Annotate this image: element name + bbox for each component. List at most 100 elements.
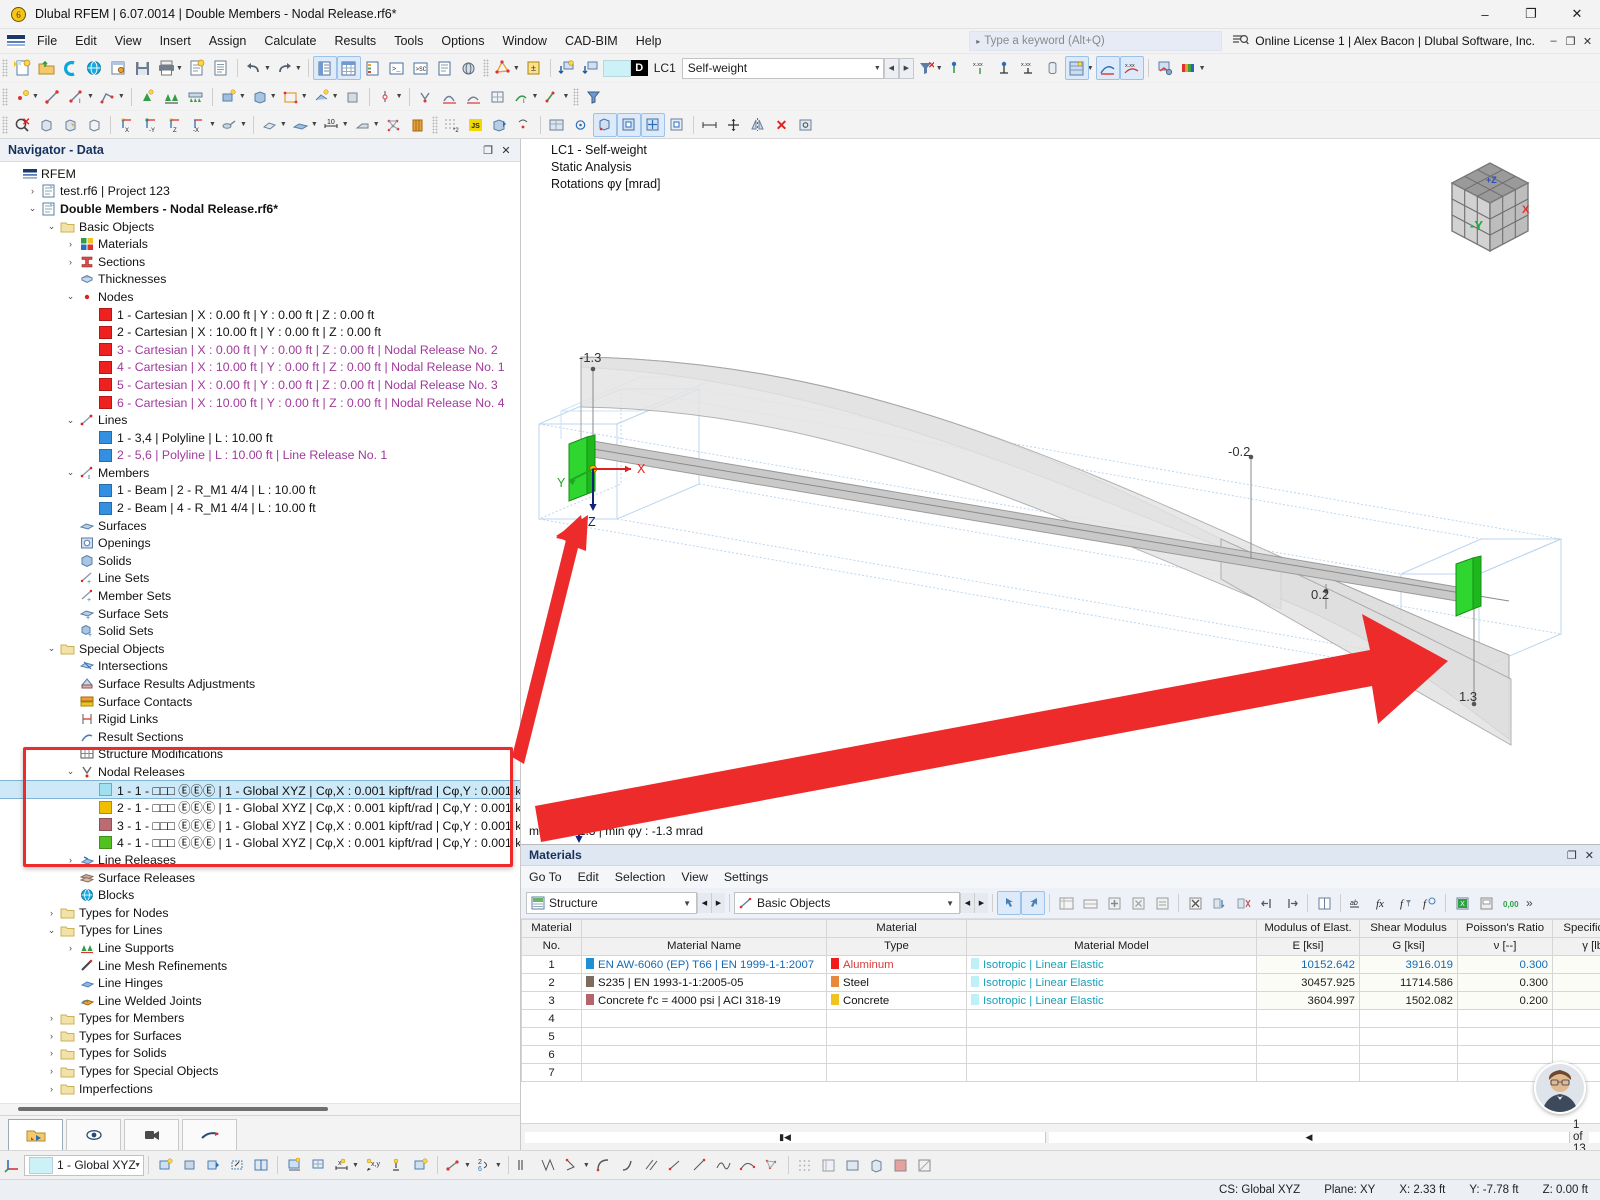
mesh-points-icon[interactable] (760, 1153, 784, 1177)
cell-modulus-e[interactable] (1256, 1009, 1360, 1028)
menu-calculate[interactable]: Calculate (255, 31, 325, 51)
chevron-right-icon[interactable]: › (63, 257, 78, 267)
cell-material-type[interactable] (826, 1045, 967, 1064)
new-model-icon[interactable] (10, 56, 34, 80)
cell-material-name[interactable] (581, 1063, 827, 1082)
console-icon[interactable]: >_ (385, 56, 409, 80)
select-in-graphic-icon[interactable] (997, 891, 1021, 915)
hatch-display-icon[interactable] (913, 1153, 937, 1177)
tree-row[interactable]: · 1 - 1 - □□□ ⒺⒺⒺ | 1 - Global XYZ | Cφ,X… (0, 779, 520, 800)
pager-next-button[interactable]: ▶ (1588, 1131, 1600, 1143)
cell-modulus-e[interactable]: 10152.642 (1256, 955, 1360, 974)
zoom-all-icon[interactable] (665, 113, 689, 137)
cell-modulus-e[interactable] (1256, 1045, 1360, 1064)
materials-column-header-top[interactable] (581, 919, 827, 938)
coordinate-system-combo[interactable]: 1 - Global XYZ ▼ (24, 1154, 144, 1176)
new-load-icon[interactable] (310, 85, 334, 109)
grid-settings-icon[interactable] (306, 1153, 330, 1177)
imperfection-icon[interactable] (438, 85, 462, 109)
save-icon[interactable] (130, 56, 154, 80)
cell-specific-weight[interactable] (1552, 1063, 1600, 1082)
cell-material-name[interactable] (581, 1009, 827, 1028)
navigator-float-button[interactable]: ❐ (480, 144, 496, 157)
chevron-right-icon[interactable]: › (25, 186, 40, 196)
move-right-icon[interactable] (1279, 891, 1303, 915)
cell-shear-modulus[interactable]: 1502.082 (1359, 991, 1458, 1010)
tree-row[interactable]: · Thicknesses (0, 271, 520, 289)
cell-poisson-ratio[interactable]: 0.300 (1457, 955, 1553, 974)
load-case-next-button[interactable]: ▶ (898, 57, 914, 79)
cell-specific-weight[interactable]: 171.879 (1552, 955, 1600, 974)
mirror-icon[interactable] (746, 113, 770, 137)
tree-row[interactable]: · Openings (0, 534, 520, 552)
grid-snap-icon[interactable]: {}*2 (440, 113, 464, 137)
navigator-tab-data[interactable] (8, 1119, 63, 1150)
keyword-search-input[interactable]: ▸ Type a keyword (Alt+Q) (969, 31, 1223, 51)
info-icon[interactable] (512, 113, 536, 137)
delete-icon[interactable]: ✕ (770, 113, 794, 137)
chevron-down-icon[interactable]: ⌄ (63, 291, 78, 302)
wireframe-view-icon[interactable] (82, 113, 106, 137)
new-surface-icon[interactable] (217, 85, 241, 109)
cs-properties-icon[interactable] (201, 1153, 225, 1177)
tree-row[interactable]: · 4 - Cartesian | X : 10.00 ft | Y : 0.00… (0, 359, 520, 377)
tree-row[interactable]: · + Line Sets (0, 570, 520, 588)
snap-object-icon[interactable] (385, 1153, 409, 1177)
member-result-icon[interactable]: I (510, 85, 534, 109)
tree-row[interactable]: · 3 - Cartesian | X : 0.00 ft | Y : 0.00 … (0, 341, 520, 359)
excel-export-icon[interactable]: X (1450, 891, 1474, 915)
maximize-button[interactable]: ❐ (1508, 0, 1554, 28)
menu-results[interactable]: Results (326, 31, 386, 51)
menu-view[interactable]: View (106, 31, 151, 51)
materials-column-header-unit[interactable]: Material Model (966, 937, 1257, 956)
fe-mesh-icon[interactable] (382, 113, 406, 137)
globe-view-icon[interactable] (457, 56, 481, 80)
navigator-tab-views[interactable] (124, 1119, 179, 1150)
result-diagram-icon[interactable] (1064, 56, 1089, 80)
tree-row[interactable]: › Sections (0, 253, 520, 271)
cell-material-type[interactable]: Concrete (826, 991, 967, 1010)
tree-row[interactable]: · Result Sections (0, 728, 520, 746)
cell-modulus-e[interactable]: 30457.925 (1256, 973, 1360, 992)
surface-plane-icon[interactable] (289, 113, 313, 137)
tree-row[interactable]: · 5 - Cartesian | X : 0.00 ft | Y : 0.00 … (0, 376, 520, 394)
tree-row[interactable]: › Types for Solids (0, 1045, 520, 1063)
chevron-right-icon[interactable]: › (44, 1013, 59, 1023)
cell-material-no[interactable]: 5 (521, 1027, 582, 1046)
menu-options[interactable]: Options (432, 31, 493, 51)
cell-material-no[interactable]: 6 (521, 1045, 582, 1064)
line-style-icon[interactable] (513, 1153, 537, 1177)
isometric-view-icon[interactable] (34, 113, 58, 137)
navigator-tree[interactable]: ·RFEM›test.rf6 | Project 123⌄Double Memb… (0, 162, 520, 1103)
nodes-display-icon[interactable] (793, 1153, 817, 1177)
chevron-down-icon[interactable]: ⌄ (63, 467, 78, 478)
cell-modulus-e[interactable] (1256, 1063, 1360, 1082)
spline-icon[interactable] (712, 1153, 736, 1177)
new-plane-icon[interactable] (409, 1153, 433, 1177)
table-autofit-icon[interactable] (1078, 891, 1102, 915)
dimension-icon[interactable] (698, 113, 722, 137)
cs-origin-icon[interactable] (0, 1153, 24, 1177)
insert-row-icon[interactable] (1102, 891, 1126, 915)
document-list-icon[interactable] (209, 56, 233, 80)
table-grid-icon[interactable] (1054, 891, 1078, 915)
solid-render-icon[interactable] (406, 113, 430, 137)
imperfection2-icon[interactable] (462, 85, 486, 109)
result-point-xxx-icon[interactable]: x.xx (1017, 56, 1041, 80)
chevron-right-icon[interactable]: › (44, 1031, 59, 1041)
materials-column-header-top[interactable]: Material (521, 919, 582, 938)
tree-row[interactable]: · Surface Releases (0, 869, 520, 887)
new-polyline-icon[interactable] (96, 85, 120, 109)
navigator-panel-icon[interactable] (312, 56, 337, 80)
print-icon[interactable] (154, 56, 178, 80)
function-settings-icon[interactable]: f (1417, 891, 1441, 915)
tree-row[interactable]: · 2 - Cartesian | X : 10.00 ft | Y : 0.00… (0, 323, 520, 341)
result-settings-icon[interactable] (1153, 56, 1177, 80)
chevron-down-icon[interactable]: ▼ (134, 1162, 141, 1169)
cell-poisson-ratio[interactable] (1457, 1027, 1553, 1046)
deselect-icon[interactable]: ✕ (10, 113, 34, 137)
cell-specific-weight[interactable] (1552, 1027, 1600, 1046)
table-row[interactable]: 4 (521, 1009, 1600, 1028)
new-cs-icon[interactable] (153, 1153, 177, 1177)
view-negx-icon[interactable]: -X (187, 113, 211, 137)
